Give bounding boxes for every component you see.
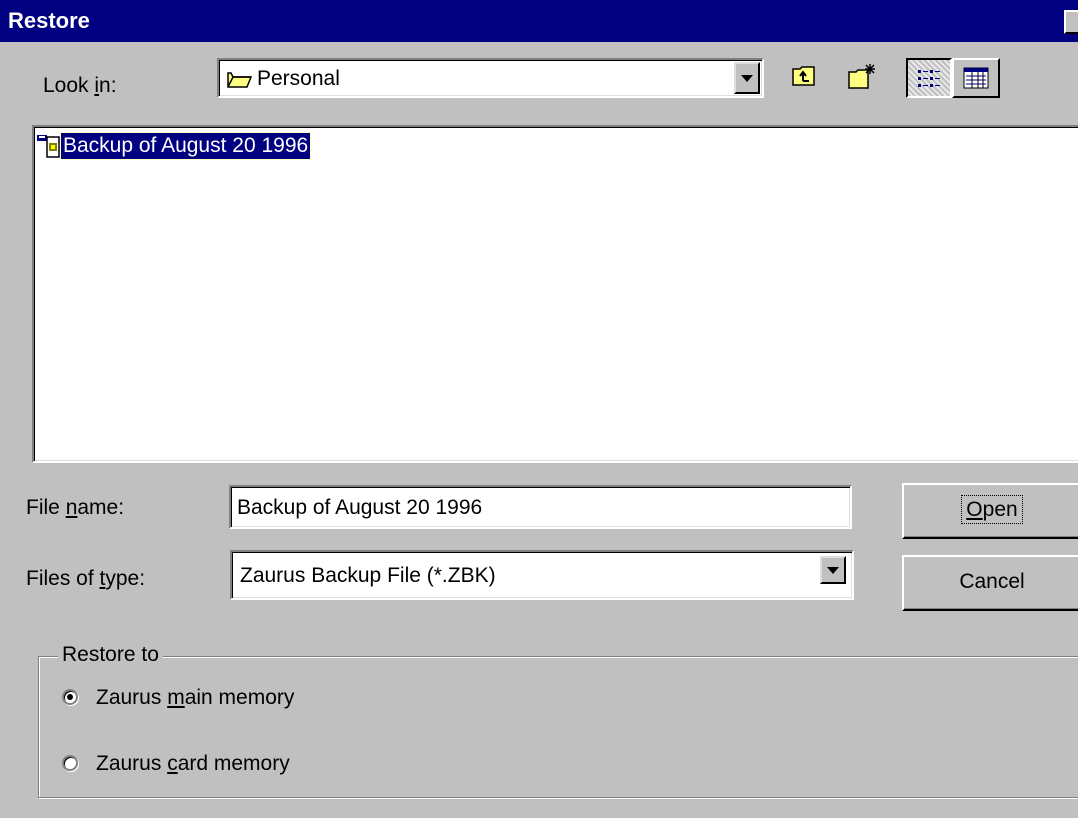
title-bar xyxy=(0,0,1078,42)
folder-open-icon xyxy=(227,69,253,95)
look-in-dropdown-button[interactable] xyxy=(734,62,760,94)
radio-card-memory-label: Zaurus card memory xyxy=(96,752,290,775)
create-new-folder-icon xyxy=(848,64,875,89)
open-button[interactable]: Open xyxy=(902,483,1078,539)
file-type-label: Files of type: xyxy=(26,567,146,590)
radio-main-memory-label: Zaurus main memory xyxy=(96,686,295,709)
list-view-button[interactable] xyxy=(906,58,952,98)
create-new-folder-button[interactable] xyxy=(840,58,888,98)
up-one-level-icon xyxy=(792,66,815,86)
file-name-label: File name: xyxy=(26,496,125,519)
details-view-icon xyxy=(963,67,989,89)
window-title: Restore xyxy=(8,8,90,33)
chevron-down-icon xyxy=(827,567,839,574)
radio-card-memory[interactable]: Zaurus card memory xyxy=(62,748,382,778)
file-type-dropdown-button[interactable] xyxy=(820,556,846,584)
restore-to-legend: Restore to xyxy=(58,643,163,667)
cancel-button[interactable]: Cancel xyxy=(902,555,1078,611)
look-in-dropdown[interactable]: Personal xyxy=(217,58,764,98)
file-type-value: Zaurus Backup File (*.ZBK) xyxy=(240,564,496,587)
file-type-dropdown[interactable]: Zaurus Backup File (*.ZBK) xyxy=(230,550,854,600)
chevron-down-icon xyxy=(741,75,753,82)
list-view-icon xyxy=(918,70,940,87)
file-name-value: Backup of August 20 1996 xyxy=(237,496,483,519)
help-button[interactable] xyxy=(1064,10,1078,34)
file-name-input[interactable]: Backup of August 20 1996 xyxy=(229,485,852,529)
look-in-value: Personal xyxy=(257,67,340,90)
radio-main-memory[interactable]: Zaurus main memory xyxy=(62,682,382,712)
file-list[interactable] xyxy=(32,125,1078,463)
radio-selected-icon xyxy=(62,689,78,705)
radio-unselected-icon xyxy=(62,755,78,771)
up-one-level-button[interactable] xyxy=(782,58,830,98)
zaurus-backup-file-icon xyxy=(37,135,60,158)
file-item-label: Backup of August 20 1996 xyxy=(59,132,312,160)
look-in-label: Look in: xyxy=(43,74,117,97)
details-view-button[interactable] xyxy=(952,58,1000,98)
